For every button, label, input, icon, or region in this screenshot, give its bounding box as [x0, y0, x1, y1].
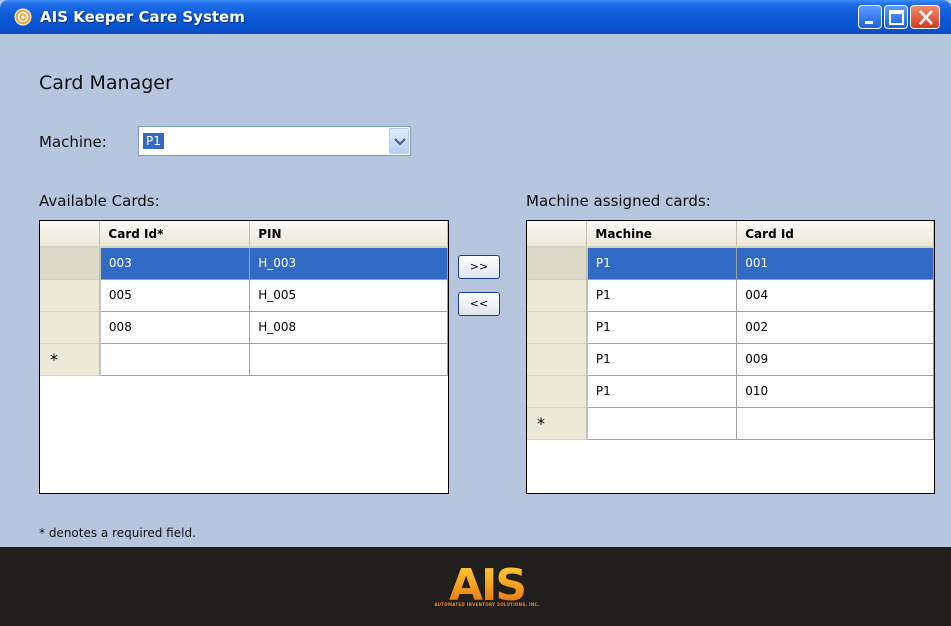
machine-cell[interactable]: P1	[586, 375, 738, 408]
assign-card-button[interactable]: >>	[458, 255, 500, 279]
app-window: AIS Keeper Care System Card Manager Mach…	[0, 0, 951, 626]
maximize-button[interactable]	[884, 5, 908, 29]
minimize-icon	[865, 21, 873, 24]
table-row[interactable]: P1 001	[527, 247, 934, 280]
machine-selected-value: P1	[143, 133, 164, 149]
table-row[interactable]: 008 H_008	[40, 311, 448, 344]
row-selector[interactable]	[40, 279, 101, 312]
close-icon	[919, 10, 933, 25]
card-id-cell[interactable]: 001	[736, 247, 934, 280]
card-id-cell[interactable]: 003	[99, 247, 251, 280]
logo-subtext: AUTOMATED INVENTORY SOLUTIONS, INC.	[434, 602, 540, 607]
table-row[interactable]: 003 H_003	[40, 247, 448, 280]
table-row[interactable]: P1 004	[527, 279, 934, 312]
row-selector[interactable]	[527, 247, 588, 280]
column-header-machine[interactable]: Machine	[586, 221, 738, 248]
card-id-cell[interactable]: 010	[736, 375, 934, 408]
new-machine-cell[interactable]	[586, 407, 738, 440]
machine-cell[interactable]: P1	[586, 311, 738, 344]
table-row[interactable]: P1 010	[527, 375, 934, 408]
assigned-cards-grid[interactable]: Machine Card Id P1 001 P1 004 P1 002 P1	[526, 220, 935, 494]
table-row[interactable]: 005 H_005	[40, 279, 448, 312]
close-button[interactable]	[910, 5, 940, 29]
pin-cell[interactable]: H_005	[249, 279, 448, 312]
card-id-cell[interactable]: 005	[99, 279, 251, 312]
row-selector[interactable]	[40, 247, 101, 280]
column-header-card-id[interactable]: Card Id*	[99, 221, 251, 248]
new-row-marker: *	[527, 407, 588, 440]
pin-cell[interactable]: H_003	[249, 247, 448, 280]
machine-cell[interactable]: P1	[586, 279, 738, 312]
card-id-cell[interactable]: 002	[736, 311, 934, 344]
row-header-corner	[40, 221, 101, 248]
machine-cell[interactable]: P1	[586, 343, 738, 376]
card-id-cell[interactable]: 009	[736, 343, 934, 376]
row-selector[interactable]	[40, 311, 101, 344]
unassign-card-button[interactable]: <<	[458, 292, 500, 316]
new-row-marker: *	[40, 343, 101, 376]
maximize-icon	[889, 10, 904, 25]
minimize-button[interactable]	[858, 5, 882, 29]
column-header-card-id[interactable]: Card Id	[736, 221, 934, 248]
table-row[interactable]: P1 002	[527, 311, 934, 344]
available-header-row: Card Id* PIN	[40, 221, 448, 248]
new-card-id-cell[interactable]	[99, 343, 251, 376]
machine-label: Machine:	[39, 133, 107, 151]
table-row[interactable]: P1 009	[527, 343, 934, 376]
page-title: Card Manager	[39, 72, 173, 94]
card-id-cell[interactable]: 008	[99, 311, 251, 344]
chevron-down-icon	[394, 138, 406, 146]
row-selector[interactable]	[527, 375, 588, 408]
app-logo-icon	[14, 8, 32, 26]
new-row[interactable]: *	[40, 343, 448, 376]
machine-select[interactable]: P1	[138, 126, 411, 156]
row-selector[interactable]	[527, 279, 588, 312]
column-header-pin[interactable]: PIN	[249, 221, 448, 248]
assigned-header-row: Machine Card Id	[527, 221, 934, 248]
new-pin-cell[interactable]	[249, 343, 448, 376]
new-card-id-cell[interactable]	[736, 407, 934, 440]
available-cards-grid[interactable]: Card Id* PIN 003 H_003 005 H_005 008 H_0…	[39, 220, 449, 494]
machine-cell[interactable]: P1	[586, 247, 738, 280]
new-row[interactable]: *	[527, 407, 934, 440]
machine-dropdown-button[interactable]	[389, 128, 409, 154]
row-selector[interactable]	[527, 343, 588, 376]
title-bar[interactable]: AIS Keeper Care System	[0, 0, 951, 34]
available-cards-label: Available Cards:	[39, 192, 160, 210]
row-selector[interactable]	[527, 311, 588, 344]
assigned-cards-label: Machine assigned cards:	[526, 192, 711, 210]
pin-cell[interactable]: H_008	[249, 311, 448, 344]
window-title: AIS Keeper Care System	[40, 8, 245, 26]
card-id-cell[interactable]: 004	[736, 279, 934, 312]
required-field-note: * denotes a required field.	[39, 526, 196, 540]
row-header-corner	[527, 221, 588, 248]
